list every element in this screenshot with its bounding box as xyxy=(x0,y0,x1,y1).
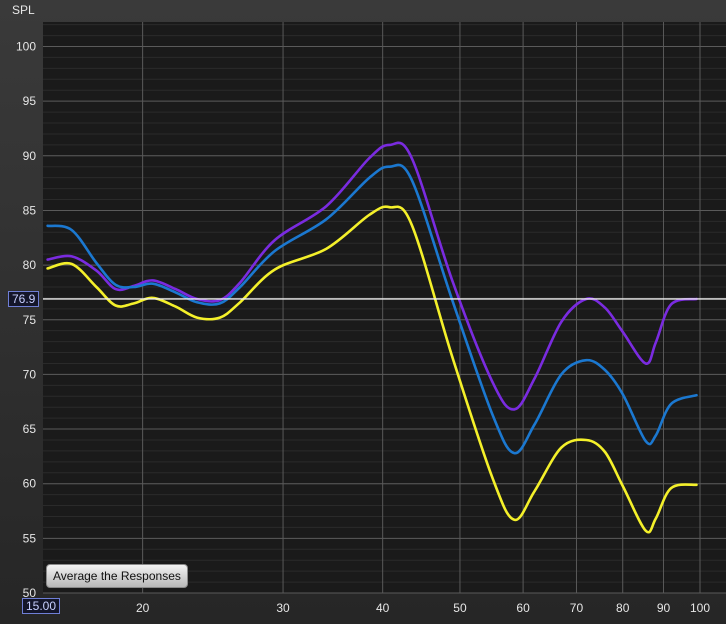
y-tick-label: 90 xyxy=(23,149,37,163)
y-tick-label: 75 xyxy=(23,313,37,327)
y-tick-label: 70 xyxy=(23,367,37,381)
x-value-readout[interactable]: 15.00 xyxy=(22,598,61,614)
chart-canvas: 5055606570758085909510020 30 40 50 60 70 80 90 1… xyxy=(16,22,726,615)
x-tick-label: 30 xyxy=(276,601,290,615)
x-tick-label: 40 xyxy=(376,601,390,615)
y-axis-label: SPL xyxy=(12,3,35,17)
y-tick-label: 85 xyxy=(23,203,37,217)
x-tick-label: 70 xyxy=(570,601,584,615)
average-responses-button[interactable]: Average the Responses xyxy=(46,564,188,588)
y-tick-label: 55 xyxy=(23,531,37,545)
spl-chart-window: 50 55 60 65 70 75 80 85 90 95 100 20 30 40 50 60 70 80 90 1… xyxy=(0,0,726,624)
x-tick-label: 20 xyxy=(136,601,150,615)
y-tick-label: 60 xyxy=(23,477,37,491)
y-tick-label: 100 xyxy=(16,40,36,54)
x-tick-label: 100 xyxy=(690,601,710,615)
x-tick-label: 60 xyxy=(516,601,530,615)
y-tick-label: 95 xyxy=(23,94,37,108)
y-tick-label: 65 xyxy=(23,422,37,436)
x-tick-label: 90 xyxy=(657,601,671,615)
x-tick-label: 50 xyxy=(453,601,467,615)
x-tick-label: 80 xyxy=(616,601,630,615)
y-value-readout[interactable]: 76.9 xyxy=(8,291,40,307)
y-tick-label: 80 xyxy=(23,258,37,272)
plot-area xyxy=(43,22,726,593)
